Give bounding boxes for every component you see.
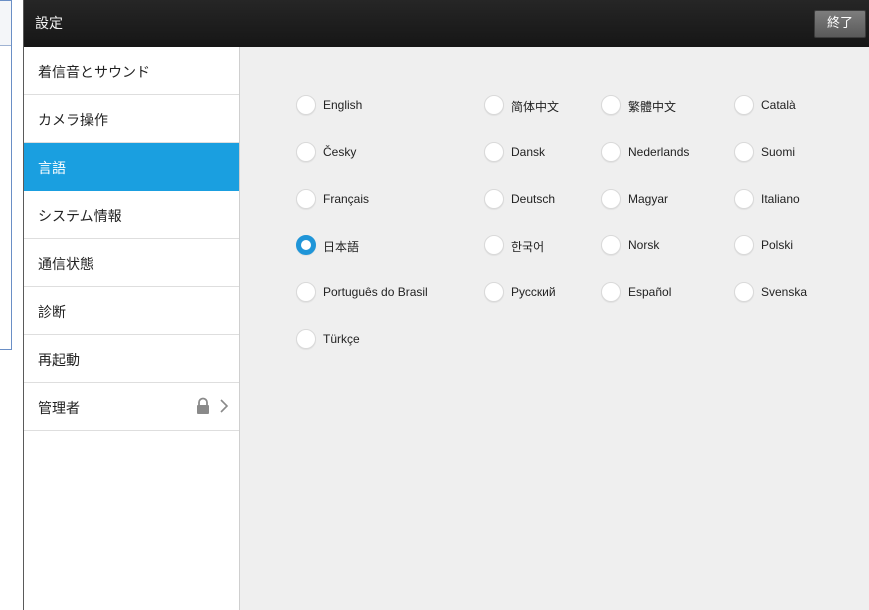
language-label: Dansk bbox=[511, 145, 546, 159]
radio-button[interactable] bbox=[734, 235, 754, 255]
language-label: Norsk bbox=[628, 238, 660, 252]
language-label: Svenska bbox=[761, 285, 808, 299]
sidebar-item-call-status[interactable]: 通信状態 bbox=[24, 239, 239, 287]
sidebar-item-label: 診断 bbox=[38, 305, 66, 321]
settings-sidebar: 着信音とサウンド カメラ操作 言語 システム情報 通信状態 診断 再起動 管理者 bbox=[24, 47, 240, 610]
radio-button[interactable] bbox=[734, 282, 754, 302]
radio-button[interactable] bbox=[601, 95, 621, 115]
radio-button[interactable] bbox=[601, 189, 621, 209]
sidebar-item-ringtones[interactable]: 着信音とサウンド bbox=[24, 47, 239, 95]
radio-button[interactable] bbox=[601, 235, 621, 255]
window-title: 設定 bbox=[35, 16, 63, 32]
sidebar-item-label: 管理者 bbox=[38, 401, 80, 417]
sidebar-item-administrator[interactable]: 管理者 bbox=[24, 383, 239, 431]
title-bar: 設定 終了 bbox=[24, 0, 869, 47]
sidebar-item-language[interactable]: 言語 bbox=[24, 143, 239, 191]
language-label: Português do Brasil bbox=[323, 285, 428, 299]
radio-button[interactable] bbox=[296, 282, 316, 302]
radio-button-selected[interactable] bbox=[296, 235, 316, 255]
lock-icon bbox=[197, 397, 209, 414]
language-label: Česky bbox=[323, 145, 357, 159]
language-label: Magyar bbox=[628, 192, 669, 206]
background-window-edge bbox=[0, 0, 12, 350]
language-label: 日本語 bbox=[323, 240, 360, 254]
radio-button[interactable] bbox=[296, 95, 316, 115]
sidebar-item-system-info[interactable]: システム情報 bbox=[24, 191, 239, 239]
radio-button[interactable] bbox=[484, 189, 504, 209]
language-options: English 简体中文 繁體中文 Català Česky Dansk Ned… bbox=[240, 47, 869, 610]
radio-button[interactable] bbox=[601, 282, 621, 302]
language-label: 한국어 bbox=[511, 240, 545, 254]
radio-button[interactable] bbox=[296, 142, 316, 162]
sidebar-item-camera[interactable]: カメラ操作 bbox=[24, 95, 239, 143]
sidebar-item-label: カメラ操作 bbox=[38, 113, 108, 129]
radio-button[interactable] bbox=[734, 189, 754, 209]
radio-button[interactable] bbox=[734, 142, 754, 162]
language-label: Türkçe bbox=[323, 332, 360, 346]
sidebar-item-label: 着信音とサウンド bbox=[38, 65, 150, 81]
sidebar-item-label: 言語 bbox=[38, 161, 66, 177]
language-label: Français bbox=[323, 192, 370, 206]
language-label: Русский bbox=[511, 285, 556, 299]
sidebar-item-label: 再起動 bbox=[38, 353, 80, 369]
language-label: English bbox=[323, 98, 363, 112]
language-label: 简体中文 bbox=[511, 100, 560, 114]
language-label: 繁體中文 bbox=[628, 100, 677, 114]
radio-button[interactable] bbox=[601, 142, 621, 162]
radio-button[interactable] bbox=[484, 282, 504, 302]
background-window-header bbox=[0, 1, 11, 46]
language-label: Deutsch bbox=[511, 192, 556, 206]
radio-button[interactable] bbox=[296, 329, 316, 349]
sidebar-item-diagnostics[interactable]: 診断 bbox=[24, 287, 239, 335]
settings-panel: 設定 終了 着信音とサウンド カメラ操作 言語 システム情報 通信状態 診断 再… bbox=[23, 0, 869, 610]
chevron-right-icon bbox=[220, 399, 229, 413]
radio-button[interactable] bbox=[484, 235, 504, 255]
done-button[interactable]: 終了 bbox=[814, 10, 866, 38]
sidebar-item-restart[interactable]: 再起動 bbox=[24, 335, 239, 383]
language-label: Nederlands bbox=[628, 145, 690, 159]
language-label: Català bbox=[761, 98, 796, 112]
language-label: Suomi bbox=[761, 145, 796, 159]
language-label: Español bbox=[628, 285, 672, 299]
radio-button[interactable] bbox=[296, 189, 316, 209]
radio-button[interactable] bbox=[484, 142, 504, 162]
radio-button[interactable] bbox=[734, 95, 754, 115]
sidebar-item-label: システム情報 bbox=[38, 209, 122, 225]
radio-button[interactable] bbox=[484, 95, 504, 115]
language-label: Italiano bbox=[761, 192, 800, 206]
language-label: Polski bbox=[761, 238, 794, 252]
sidebar-item-label: 通信状態 bbox=[38, 257, 94, 273]
